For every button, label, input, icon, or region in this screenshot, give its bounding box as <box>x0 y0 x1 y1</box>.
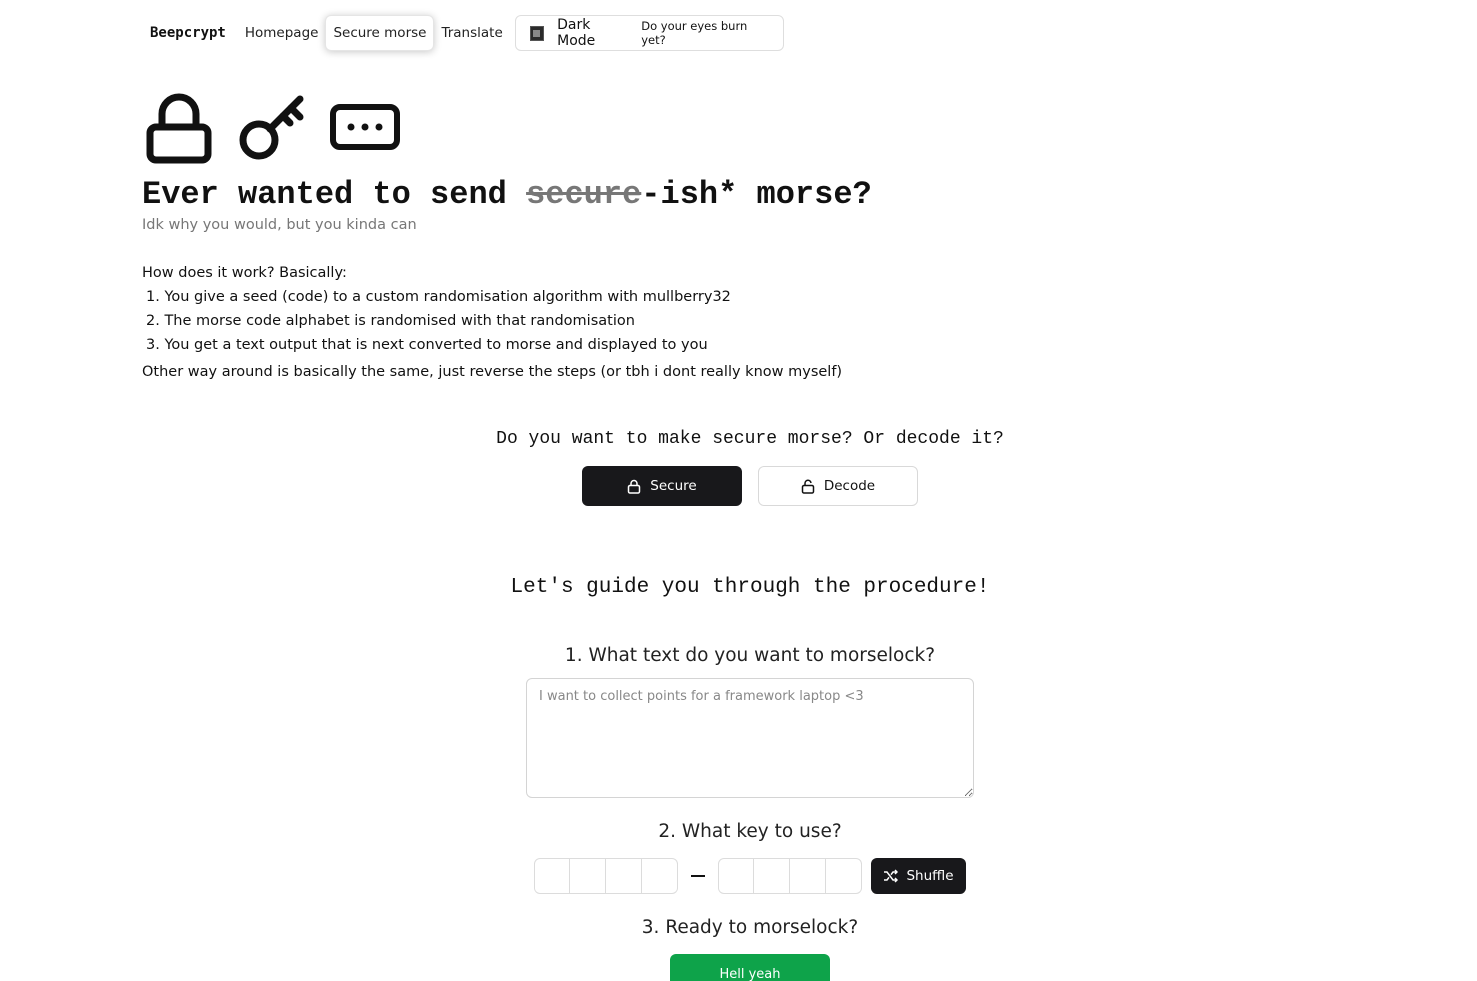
key-slot[interactable] <box>754 858 790 894</box>
dark-mode-title: Dark Mode <box>557 17 596 49</box>
lock-icon <box>628 479 641 494</box>
key-slot[interactable] <box>642 858 678 894</box>
page-subtitle: Idk why you would, but you kinda can <box>142 217 417 233</box>
how-steps-list: 1. You give a seed (code) to a custom ra… <box>142 285 731 357</box>
secure-button[interactable]: Secure <box>582 466 742 506</box>
hero-icons <box>142 92 401 164</box>
dark-mode-thumbnail-icon <box>529 25 545 41</box>
how-step: 1. You give a seed (code) to a custom ra… <box>146 289 731 305</box>
morselock-submit-button[interactable]: Hell yeah <box>670 954 830 981</box>
reverse-note: Other way around is basically the same, … <box>142 364 843 380</box>
ellipsis-box-icon <box>330 104 400 150</box>
key-slot[interactable] <box>570 858 606 894</box>
unlock-icon <box>801 479 815 494</box>
title-part-before: Ever wanted to send <box>142 176 527 213</box>
shuffle-button-label: Shuffle <box>906 868 954 884</box>
dark-mode-subtitle: Do your eyes burn yet? <box>641 19 748 47</box>
brand-logo[interactable]: Beepcrypt <box>142 25 234 41</box>
key-slot[interactable] <box>606 858 642 894</box>
decode-button[interactable]: Decode <box>758 466 918 506</box>
title-strikethrough: secure <box>526 176 642 213</box>
lock-icon <box>146 93 212 164</box>
dark-mode-toggle[interactable]: Dark Mode Do your eyes burn yet? <box>514 15 784 51</box>
page: Beepcrypt Homepage Secure morse Translat… <box>0 0 1477 981</box>
how-step: 3. You get a text output that is next co… <box>146 337 708 353</box>
key-slot[interactable] <box>790 858 826 894</box>
nav-link-secure-morse[interactable]: Secure morse <box>325 15 435 51</box>
step-1-heading: 1. What text do you want to morselock? <box>564 645 936 666</box>
page-title: Ever wanted to send secure-ish* morse? <box>142 176 872 213</box>
how-it-works: How does it work? Basically: 1. You give… <box>142 261 731 357</box>
key-slot[interactable] <box>718 858 754 894</box>
key-slot[interactable] <box>534 858 570 894</box>
shuffle-button[interactable]: Shuffle <box>871 858 966 894</box>
mode-switch: Secure Decode <box>582 466 918 506</box>
key-icon <box>239 95 304 160</box>
mode-question: Do you want to make secure morse? Or dec… <box>496 429 1004 449</box>
key-slot[interactable] <box>826 858 862 894</box>
decode-button-label: Decode <box>823 478 876 494</box>
title-part-after: -ish* morse? <box>641 176 872 213</box>
how-intro: How does it work? Basically: <box>142 265 347 281</box>
message-input[interactable] <box>526 678 974 798</box>
key-group-right <box>718 858 862 894</box>
nav-link-translate[interactable]: Translate <box>434 15 509 51</box>
key-separator <box>678 875 718 877</box>
key-input: Shuffle <box>534 858 966 894</box>
step-3-heading: 3. Ready to morselock? <box>641 917 859 938</box>
shuffle-icon <box>884 869 899 883</box>
secure-button-label: Secure <box>650 478 697 494</box>
nav-link-homepage[interactable]: Homepage <box>238 15 326 51</box>
key-group-left <box>534 858 678 894</box>
top-nav: Beepcrypt Homepage Secure morse Translat… <box>142 15 784 51</box>
step-2-heading: 2. What key to use? <box>658 821 842 842</box>
guide-title: Let's guide you through the procedure! <box>510 576 990 599</box>
how-step: 2. The morse code alphabet is randomised… <box>146 313 635 329</box>
